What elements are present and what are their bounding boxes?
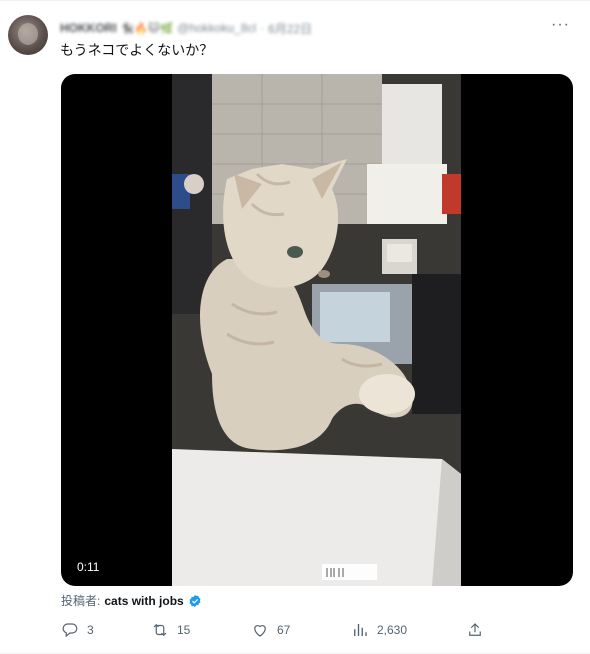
verified-badge-icon xyxy=(189,594,201,607)
retweet-count: 15 xyxy=(177,623,191,637)
views-count: 2,630 xyxy=(377,623,408,637)
reply-icon xyxy=(62,623,78,638)
views-bar-chart-icon xyxy=(354,624,367,636)
tweet-text: もうネコでよくないか？ xyxy=(60,42,214,58)
tweet-card[interactable]: HOKKORI 🐈‍⬛🔥🐱🌿 @hokkoku_8cl · 6月22日 ··· … xyxy=(0,0,590,654)
reply-count: 3 xyxy=(87,623,94,637)
video-player[interactable]: 0:11 xyxy=(61,74,573,586)
reply-button[interactable]: 3 xyxy=(61,621,94,639)
video-frame xyxy=(172,74,461,586)
action-bar: 3 15 67 2,630 xyxy=(61,621,491,641)
retweet-button[interactable]: 15 xyxy=(151,621,190,639)
like-button[interactable]: 67 xyxy=(251,621,290,639)
tweet-header: HOKKORI 🐈‍⬛🔥🐱🌿 @hokkoku_8cl · 6月22日 xyxy=(60,19,312,37)
attribution-name[interactable]: cats with jobs xyxy=(104,594,183,608)
more-horizontal-icon[interactable]: ··· xyxy=(551,17,570,33)
share-icon xyxy=(469,623,481,636)
like-count: 67 xyxy=(277,623,291,637)
separator-dot: · xyxy=(260,21,265,35)
avatar[interactable] xyxy=(8,15,48,55)
retweet-icon xyxy=(153,623,167,637)
author-name[interactable]: HOKKORI xyxy=(60,21,117,35)
like-heart-icon xyxy=(254,625,266,637)
author-emojis: 🐈‍⬛🔥🐱🌿 xyxy=(120,22,174,35)
attribution-label: 投稿者: xyxy=(61,594,101,608)
tweet-date[interactable]: 6月22日 xyxy=(268,20,312,37)
video-duration: 0:11 xyxy=(71,558,106,576)
video-still-image xyxy=(172,74,461,586)
share-button[interactable] xyxy=(466,621,484,639)
author-handle[interactable]: @hokkoku_8cl xyxy=(177,21,256,35)
attribution: 投稿者: cats with jobs xyxy=(61,592,202,609)
views-button[interactable]: 2,630 xyxy=(351,621,407,639)
